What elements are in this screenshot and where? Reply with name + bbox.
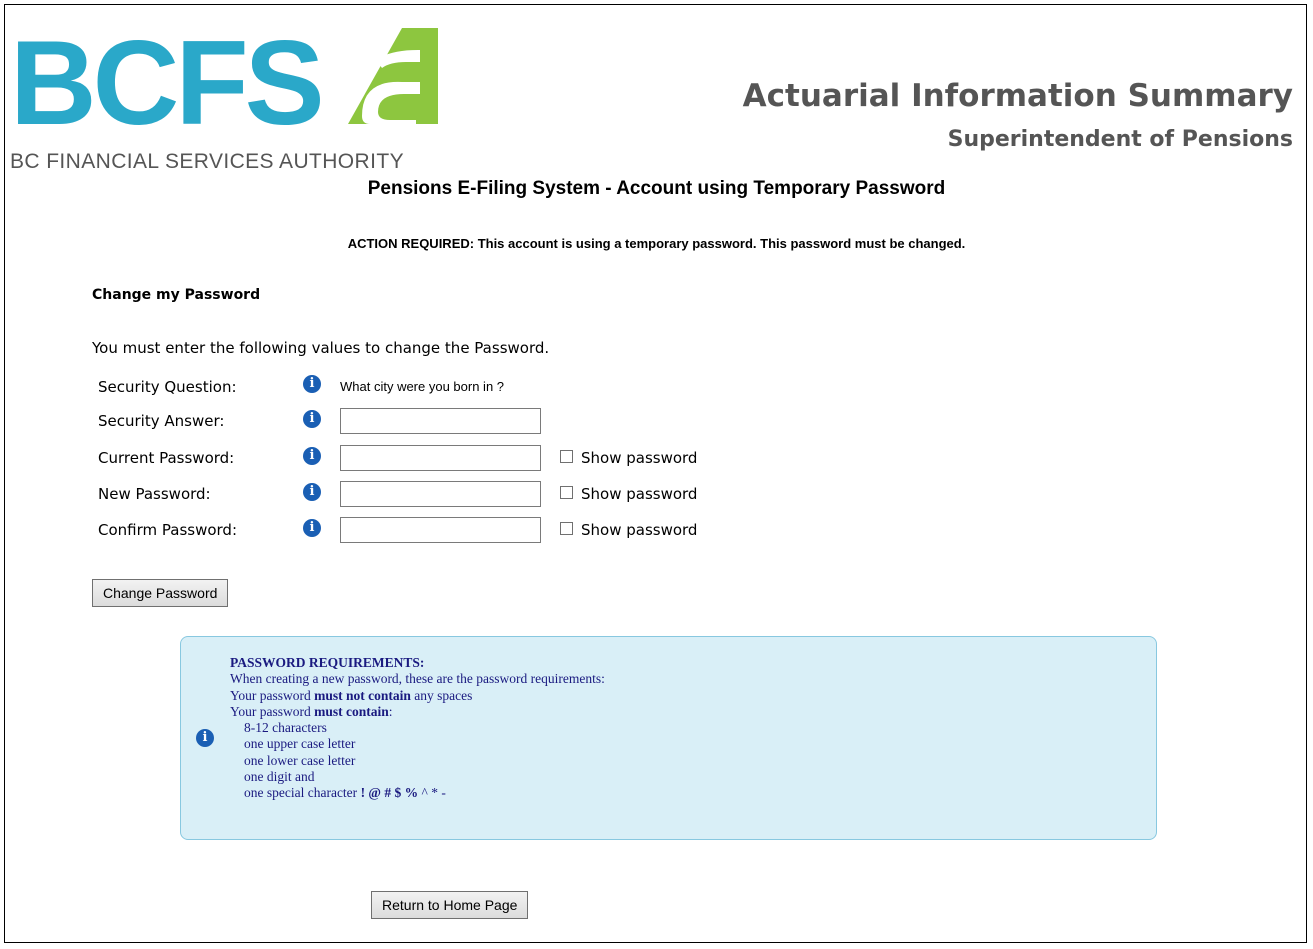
bcfsa-logo-image: BCFS	[10, 20, 438, 150]
requirements-heading: PASSWORD REQUIREMENTS:	[230, 655, 425, 670]
confirm-password-input[interactable]	[340, 517, 541, 543]
info-icon[interactable]: i	[303, 519, 321, 537]
show-current-password-checkbox[interactable]	[560, 450, 573, 463]
section-title: Change my Password	[92, 287, 261, 303]
show-password-label[interactable]: Show password	[581, 449, 697, 467]
security-answer-label: Security Answer:	[98, 412, 225, 430]
requirement-item: one digit and	[244, 769, 315, 785]
requirement-special-character: one special character ! @ # $ % ^ * -	[244, 785, 446, 801]
security-question-label: Security Question:	[98, 378, 237, 396]
change-password-button[interactable]: Change Password	[92, 579, 229, 607]
current-password-input[interactable]	[340, 445, 541, 471]
action-required-notice: ACTION REQUIRED: This account is using a…	[347, 236, 966, 251]
requirement-must-contain: Your password must contain:	[230, 703, 393, 719]
app-subtitle: Superintendent of Pensions	[947, 127, 1293, 152]
app-title: Actuarial Information Summary	[742, 78, 1293, 114]
info-icon[interactable]: i	[303, 483, 321, 501]
info-icon[interactable]: i	[303, 375, 321, 393]
requirement-item: one upper case letter	[244, 736, 356, 752]
svg-text:BCFS: BCFS	[10, 20, 321, 150]
form-intro: You must enter the following values to c…	[92, 339, 550, 357]
info-icon[interactable]: i	[303, 410, 321, 428]
security-answer-input[interactable]	[340, 408, 541, 434]
password-requirements-text: PASSWORD REQUIREMENTS: When creating a n…	[230, 655, 605, 802]
security-question-value: What city were you born in ?	[340, 379, 505, 394]
show-password-label[interactable]: Show password	[581, 485, 697, 503]
requirement-item: one lower case letter	[244, 752, 356, 768]
logo-subtitle: BC FINANCIAL SERVICES AUTHORITY	[10, 150, 404, 173]
confirm-password-label: Confirm Password:	[98, 521, 238, 539]
password-requirements-panel: i PASSWORD REQUIREMENTS: When creating a…	[180, 636, 1157, 840]
show-password-label[interactable]: Show password	[581, 521, 697, 539]
new-password-label: New Password:	[98, 485, 211, 503]
page-title: Pensions E-Filing System - Account using…	[367, 178, 946, 199]
info-icon: i	[196, 729, 214, 747]
show-confirm-password-checkbox[interactable]	[560, 522, 573, 535]
bcfsa-logo: BCFS BC FINANCIAL SERVICES AUTHORITY	[10, 20, 450, 180]
current-password-label: Current Password:	[98, 449, 235, 467]
info-icon[interactable]: i	[303, 447, 321, 465]
return-home-button[interactable]: Return to Home Page	[371, 891, 529, 919]
new-password-input[interactable]	[340, 481, 541, 507]
requirement-no-spaces: Your password must not contain any space…	[230, 687, 473, 703]
show-new-password-checkbox[interactable]	[560, 486, 573, 499]
requirements-intro: When creating a new password, these are …	[230, 671, 605, 687]
requirement-item: 8-12 characters	[244, 720, 327, 736]
